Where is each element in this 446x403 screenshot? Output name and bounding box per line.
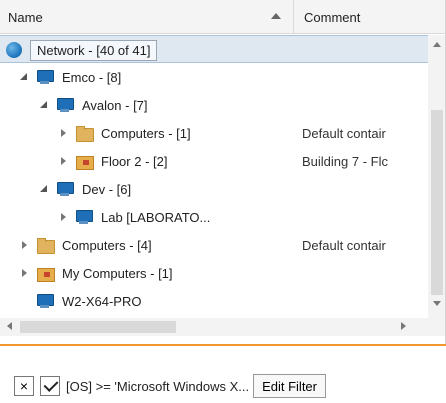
organizational-unit-icon bbox=[36, 265, 55, 282]
tree-item-label: Floor 2 - [2] bbox=[101, 153, 168, 169]
expand-icon[interactable] bbox=[18, 239, 30, 251]
tree-row-avalon[interactable]: Avalon - [7] bbox=[0, 91, 428, 119]
expand-icon[interactable] bbox=[57, 211, 69, 223]
tree-item-label: Network - [40 of 41] bbox=[30, 39, 158, 61]
sort-ascending-icon[interactable] bbox=[271, 13, 281, 19]
vertical-scroll-thumb[interactable] bbox=[431, 110, 443, 295]
expand-icon[interactable] bbox=[57, 155, 69, 167]
computer-icon bbox=[36, 293, 54, 309]
tree-row-network[interactable]: Network - [40 of 41] bbox=[0, 35, 428, 63]
expand-icon[interactable] bbox=[18, 267, 30, 279]
network-tree-panel: Name Comment Network - [40 of 41] Emco -… bbox=[0, 0, 446, 344]
tree-item-label: My Computers - [1] bbox=[62, 265, 173, 281]
tree-item-label: Computers - [1] bbox=[101, 125, 191, 141]
close-icon: × bbox=[19, 378, 29, 394]
tree-item-label: Emco - [8] bbox=[62, 69, 122, 85]
filter-row: × [OS] >= 'Microsoft Windows X... Edit F… bbox=[14, 374, 326, 398]
tree-item-comment bbox=[302, 63, 428, 91]
tree-item-comment bbox=[302, 259, 428, 287]
tree-item-label: W2-X64-PRO bbox=[62, 293, 142, 309]
tree-item-label: Dev - [6] bbox=[82, 181, 132, 197]
expand-icon[interactable] bbox=[57, 127, 69, 139]
tree-item-comment bbox=[302, 175, 428, 203]
edit-filter-button[interactable]: Edit Filter bbox=[253, 374, 326, 398]
folder-icon bbox=[36, 237, 55, 254]
computer-group-icon bbox=[75, 209, 93, 225]
tree-row-dev[interactable]: Dev - [6] bbox=[0, 175, 428, 203]
tree-rows: Network - [40 of 41] Emco - [8] Avalon -… bbox=[0, 35, 428, 318]
tree-item-comment: Building 7 - Flc bbox=[302, 153, 388, 169]
tree-item-comment: Default contair bbox=[302, 125, 386, 141]
scroll-up-arrow-icon[interactable] bbox=[433, 42, 441, 47]
horizontal-scrollbar[interactable] bbox=[0, 318, 428, 336]
filter-expression: [OS] >= 'Microsoft Windows X... bbox=[66, 378, 250, 394]
comment-column-header[interactable]: Comment bbox=[294, 0, 445, 34]
tree-row-w2-x64-pro[interactable]: W2-X64-PRO bbox=[0, 287, 428, 315]
tree-item-label: Lab [LABORATO... bbox=[101, 209, 211, 225]
tree-row-avalon-computers[interactable]: Computers - [1] Default contair bbox=[0, 119, 428, 147]
scrollbar-corner bbox=[428, 318, 445, 336]
organizational-unit-icon bbox=[75, 153, 94, 170]
scroll-down-arrow-icon[interactable] bbox=[433, 301, 441, 306]
tree-header: Name Comment bbox=[0, 0, 445, 34]
computer-group-icon bbox=[56, 181, 74, 197]
tree-row-floor-2[interactable]: Floor 2 - [2] Building 7 - Flc bbox=[0, 147, 428, 175]
tree-item-comment bbox=[302, 287, 428, 315]
tree-item-label: Avalon - [7] bbox=[82, 97, 148, 113]
vertical-scrollbar[interactable] bbox=[428, 35, 445, 318]
computer-group-icon bbox=[56, 97, 74, 113]
tree-item-label: Computers - [4] bbox=[62, 237, 152, 253]
folder-icon bbox=[75, 125, 94, 142]
name-column-label: Name bbox=[8, 9, 43, 25]
tree-row-lab[interactable]: Lab [LABORATO... bbox=[0, 203, 428, 231]
tree-row-computers[interactable]: Computers - [4] Default contair bbox=[0, 231, 428, 259]
tree-item-comment bbox=[302, 91, 428, 119]
scroll-left-arrow-icon[interactable] bbox=[7, 322, 12, 330]
tree-item-comment bbox=[302, 203, 428, 231]
tree-row-emco[interactable]: Emco - [8] bbox=[0, 63, 428, 91]
globe-icon bbox=[6, 42, 22, 58]
comment-column-label: Comment bbox=[304, 9, 361, 25]
tree-item-comment: Default contair bbox=[302, 237, 386, 253]
collapse-icon[interactable] bbox=[38, 183, 50, 195]
scroll-right-arrow-icon[interactable] bbox=[401, 322, 406, 330]
filter-bar: × [OS] >= 'Microsoft Windows X... Edit F… bbox=[0, 344, 446, 403]
filter-enabled-checkbox[interactable] bbox=[40, 376, 60, 396]
name-column-header[interactable]: Name bbox=[0, 0, 294, 34]
horizontal-scroll-thumb[interactable] bbox=[20, 321, 176, 333]
remove-filter-button[interactable]: × bbox=[14, 376, 34, 396]
collapse-icon[interactable] bbox=[18, 71, 30, 83]
tree-item-comment bbox=[302, 36, 428, 64]
computer-group-icon bbox=[36, 69, 54, 85]
tree-row-my-computers[interactable]: My Computers - [1] bbox=[0, 259, 428, 287]
collapse-icon[interactable] bbox=[38, 99, 50, 111]
